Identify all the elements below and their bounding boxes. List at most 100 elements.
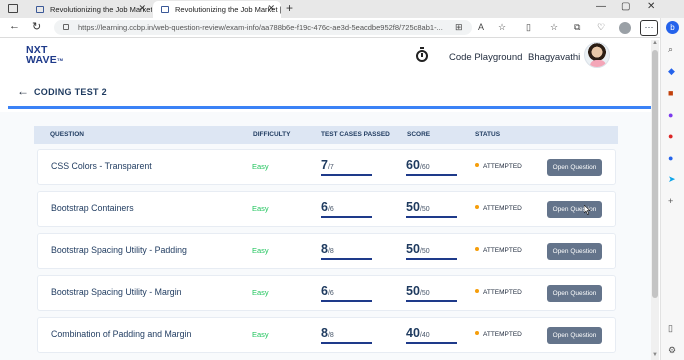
score-bar (406, 300, 457, 302)
favicon-icon (36, 6, 44, 13)
open-question-button[interactable]: Open Question (547, 201, 602, 218)
score-bar (406, 342, 457, 344)
close-tab-icon[interactable]: ✕ (267, 3, 275, 14)
score: 40/40 (406, 326, 430, 340)
difficulty-label: Easy (252, 246, 269, 255)
scroll-up-icon[interactable]: ▲ (651, 40, 659, 46)
test-title-bar: ← CODING TEST 2 (8, 81, 651, 109)
difficulty-label: Easy (252, 204, 269, 213)
collections-icon[interactable]: ⧉ (574, 22, 580, 33)
difficulty-label: Easy (252, 162, 269, 171)
more-icon[interactable]: ··· (640, 20, 658, 36)
copilot-icon[interactable]: b (666, 21, 679, 34)
status-dot-icon (475, 331, 479, 335)
score-bar (406, 258, 457, 260)
test-cases-passed: 8/8 (321, 326, 334, 340)
header-question: QUESTION (50, 131, 84, 138)
score: 50/50 (406, 200, 430, 214)
sidebar-toggle-icon[interactable]: ▯ (668, 323, 673, 334)
edge-sidebar: b ⌕ ◆ ■ ● ● ● ➤ + ▯ ⚙ (660, 18, 684, 360)
question-name: Bootstrap Spacing Utility - Padding (51, 245, 187, 255)
code-playground-link[interactable]: Code Playground (449, 52, 522, 63)
minimize-icon[interactable]: — (596, 1, 606, 12)
avatar[interactable] (584, 42, 610, 68)
score-bar (406, 174, 457, 176)
send-icon[interactable]: ➤ (668, 174, 676, 185)
read-aloud-icon[interactable]: A (478, 22, 484, 32)
timer-icon[interactable] (416, 47, 428, 62)
back-arrow-icon[interactable]: ← (17, 84, 29, 98)
mouse-cursor-icon (584, 205, 591, 215)
tab-title: Revolutionizing the Job Market | (50, 5, 152, 14)
header-status: STATUS (475, 131, 501, 138)
favorites-icon[interactable]: ☆ (550, 22, 558, 33)
status-dot-icon (475, 289, 479, 293)
shopping-icon[interactable]: ◆ (668, 66, 675, 77)
extensions-icon[interactable]: ♡ (597, 22, 605, 33)
open-question-button[interactable]: Open Question (547, 159, 602, 176)
score: 60/60 (406, 158, 430, 172)
test-cases-bar (321, 174, 372, 176)
question-name: Bootstrap Containers (51, 203, 134, 213)
browser-tab-1[interactable]: Revolutionizing the Job Market | ✕ (28, 1, 152, 18)
header-test-cases: TEST CASES PASSED (321, 131, 390, 138)
status-dot-icon (475, 247, 479, 251)
nxtwave-logo[interactable]: NXT WAVETM (26, 45, 64, 66)
score: 50/50 (406, 242, 430, 256)
test-cases-passed: 7/7 (321, 158, 334, 172)
refresh-icon[interactable]: ↻ (32, 20, 41, 33)
table-row: Bootstrap Spacing Utility - Margin Easy … (37, 275, 616, 311)
office-icon[interactable]: ● (668, 131, 673, 141)
tools-icon[interactable]: ■ (668, 88, 673, 98)
open-question-button[interactable]: Open Question (547, 285, 602, 302)
header-difficulty: DIFFICULTY (253, 131, 291, 138)
close-tab-icon[interactable]: ✕ (138, 3, 146, 14)
page: NXT WAVETM Code Playground Bhagyavathi ←… (0, 38, 651, 360)
scroll-thumb[interactable] (652, 50, 658, 298)
back-icon[interactable]: ← (9, 20, 20, 32)
test-cases-bar (321, 258, 372, 260)
test-cases-passed: 6/6 (321, 200, 334, 214)
question-name: CSS Colors - Transparent (51, 161, 152, 171)
browser-tab-bar: Revolutionizing the Job Market | ✕ Revol… (0, 0, 684, 18)
apps-icon[interactable]: ⊞ (455, 22, 463, 33)
user-name[interactable]: Bhagyavathi (528, 52, 580, 63)
status-dot-icon (475, 163, 479, 167)
browser-tab-2[interactable]: Revolutionizing the Job Market | ✕ (153, 1, 281, 18)
table-row: Bootstrap Spacing Utility - Padding Easy… (37, 233, 616, 269)
scroll-down-icon[interactable]: ▼ (651, 352, 659, 358)
status-badge: ATTEMPTED (475, 289, 522, 296)
logo-line-2: WAVE (26, 54, 57, 66)
score: 50/50 (406, 284, 430, 298)
new-tab-plus-icon[interactable]: + (286, 1, 293, 15)
outlook-icon[interactable]: ● (668, 153, 673, 163)
table-row: CSS Colors - Transparent Easy 7/7 60/60 … (37, 149, 616, 185)
question-name: Combination of Padding and Margin (51, 329, 192, 339)
search-icon[interactable]: ⌕ (668, 44, 673, 55)
test-cases-bar (321, 216, 372, 218)
logo-tm: TM (56, 57, 64, 62)
window-menu-icon[interactable] (8, 4, 18, 13)
favicon-icon (161, 6, 169, 13)
difficulty-label: Easy (252, 288, 269, 297)
settings-gear-icon[interactable]: ⚙ (668, 345, 676, 356)
add-icon[interactable]: + (668, 196, 673, 206)
question-name: Bootstrap Spacing Utility - Margin (51, 287, 182, 297)
status-badge: ATTEMPTED (475, 247, 522, 254)
url-field[interactable]: https://learning.ccbp.in/web-question-re… (54, 20, 472, 35)
favorite-star-icon[interactable]: ☆ (498, 22, 506, 33)
games-icon[interactable]: ● (668, 110, 673, 120)
page-scrollbar[interactable]: ▲ ▼ (651, 40, 659, 360)
test-cases-bar (321, 300, 372, 302)
maximize-icon[interactable]: ▢ (621, 1, 630, 12)
open-question-button[interactable]: Open Question (547, 327, 602, 344)
split-screen-icon[interactable]: ▯ (526, 22, 531, 33)
window-close-icon[interactable]: ✕ (647, 1, 655, 12)
table-row: Combination of Padding and Margin Easy 8… (37, 317, 616, 353)
tab-title: Revolutionizing the Job Market | (175, 5, 281, 14)
status-dot-icon (475, 205, 479, 209)
url-text: https://learning.ccbp.in/web-question-re… (78, 23, 443, 32)
profile-icon[interactable] (619, 22, 631, 34)
status-badge: ATTEMPTED (475, 163, 522, 170)
open-question-button[interactable]: Open Question (547, 243, 602, 260)
